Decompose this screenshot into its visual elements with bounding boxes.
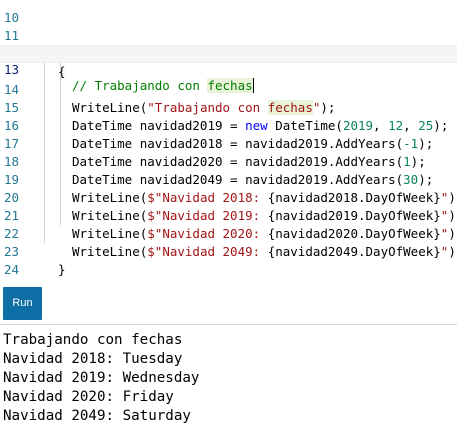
code-line[interactable]: 20 WriteLine($"Navidad 2019: {navidad201… xyxy=(0,171,457,223)
code-line[interactable]: 24 } xyxy=(0,243,457,281)
output-line: Navidad 2019: Wednesday xyxy=(3,370,200,386)
code-line-current[interactable]: 13 // Trabajando con fechas xyxy=(0,45,457,93)
code-line[interactable]: 16 DateTime navidad2018 = navidad2019.Ad… xyxy=(0,99,457,151)
code-line[interactable]: 10 xyxy=(0,0,457,25)
output-panel: Trabajando con fechas Navidad 2018: Tues… xyxy=(3,331,457,426)
code-editor[interactable]: 10 11 static void TrabajandoConFechas() … xyxy=(0,0,457,281)
code-line[interactable]: 14 WriteLine("Trabajando con fechas"); xyxy=(0,63,457,115)
output-line: Navidad 2049: Saturday xyxy=(3,408,191,424)
code-line[interactable]: 11 static void TrabajandoConFechas() xyxy=(0,9,457,61)
output-line: Navidad 2020: Friday xyxy=(3,389,174,405)
code-line[interactable]: 25 xyxy=(0,261,457,281)
code-line[interactable]: 21 WriteLine($"Navidad 2020: {navidad202… xyxy=(0,189,457,241)
code-line[interactable]: 17 DateTime navidad2020 = navidad2019.Ad… xyxy=(0,117,457,169)
code-line[interactable]: 12 { xyxy=(0,27,457,79)
code-line[interactable]: 18 DateTime navidad2049 = navidad2019.Ad… xyxy=(0,135,457,187)
output-line: Trabajando con fechas xyxy=(3,332,183,348)
code-line[interactable]: 19 WriteLine($"Navidad 2018: {navidad201… xyxy=(0,153,457,205)
toolbar: Run xyxy=(0,281,457,325)
output-line: Navidad 2018: Tuesday xyxy=(3,351,183,367)
code-line[interactable]: 23 } xyxy=(0,225,457,277)
code-line[interactable]: 22 WriteLine($"Navidad 2049: {navidad204… xyxy=(0,207,457,259)
code-line[interactable]: 15 DateTime navidad2019 = new DateTime(2… xyxy=(0,81,457,133)
run-button[interactable]: Run xyxy=(3,287,42,320)
